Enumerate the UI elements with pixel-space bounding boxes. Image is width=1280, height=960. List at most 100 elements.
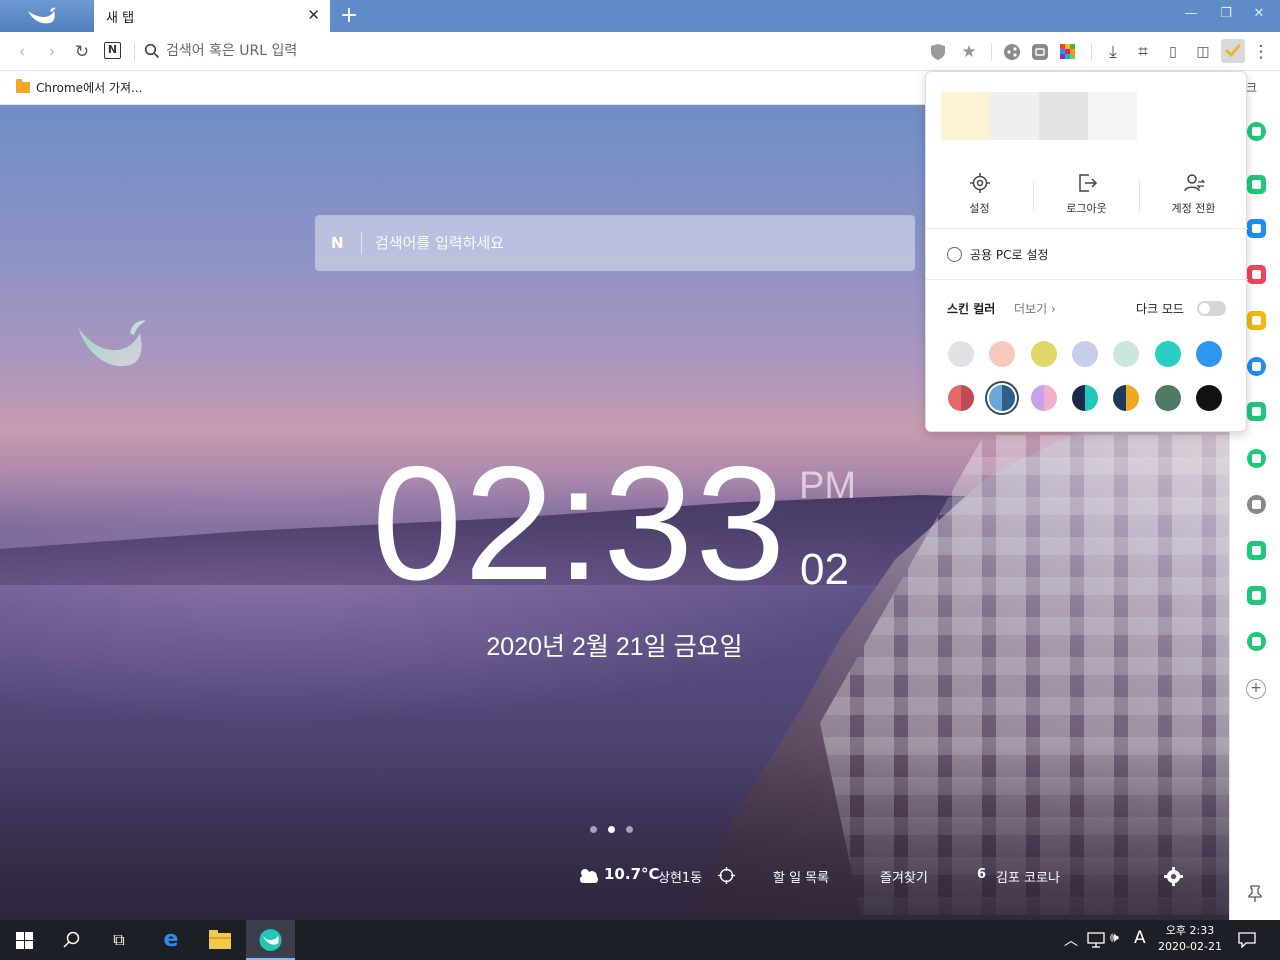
sidebar-line-icon[interactable] [1247, 586, 1266, 605]
edge-browser-icon[interactable]: e [159, 928, 183, 952]
dark-mode-label: 다크 모드 [1136, 302, 1184, 316]
settings-button[interactable]: 설정 [926, 172, 1033, 216]
notification-center-icon[interactable] [1238, 932, 1256, 948]
public-pc-label[interactable]: 공용 PC로 설정 [970, 246, 1048, 263]
public-pc-radio[interactable] [947, 247, 962, 262]
skin-swatch[interactable] [1195, 385, 1222, 411]
whale-logo[interactable] [0, 0, 94, 32]
logout-icon [1078, 174, 1097, 192]
skin-swatch[interactable] [1030, 341, 1057, 367]
capture-icon[interactable]: ⌗ [1132, 41, 1154, 63]
close-tab-icon[interactable]: ✕ [307, 6, 320, 24]
reader-icon[interactable]: ▯ [1162, 41, 1184, 63]
skin-swatch[interactable] [1030, 385, 1057, 411]
windows-start-icon[interactable] [16, 932, 33, 949]
sidebar-dictionary-icon[interactable] [1247, 541, 1266, 560]
new-tab-button[interactable]: + [338, 3, 360, 29]
weather-temp[interactable]: 10.7°C [604, 865, 660, 883]
profile-button[interactable] [1221, 39, 1245, 63]
sidebar-translate-icon[interactable] [1247, 357, 1266, 376]
naver-home-icon[interactable]: N [104, 42, 121, 59]
forward-icon[interactable]: › [41, 41, 63, 63]
tab-title: 새 탭 [106, 11, 135, 26]
sidebar-bookmark-icon[interactable] [1247, 632, 1266, 651]
tab-new-tab[interactable]: 새 탭 ✕ [94, 0, 330, 32]
sidebar-calendar-icon[interactable] [1247, 219, 1266, 238]
sidebar-app-icon[interactable] [1247, 122, 1266, 141]
favorites-link[interactable]: 즐겨찾기 [880, 867, 928, 886]
skin-swatch-selected[interactable] [989, 385, 1016, 411]
search-icon[interactable] [63, 931, 81, 949]
divider [991, 43, 992, 61]
translate-icon[interactable] [1031, 43, 1049, 61]
switch-account-icon [1183, 174, 1205, 192]
whale-logo-icon[interactable] [72, 315, 152, 385]
newtab-search-input[interactable] [375, 227, 895, 259]
close-window-button[interactable]: ✕ [1242, 0, 1276, 30]
gear-icon[interactable] [1164, 867, 1183, 886]
tray-expand-icon[interactable]: ︿ [1064, 930, 1078, 960]
sidebar-pocket-icon[interactable] [1247, 265, 1266, 284]
sidebar-memo-icon[interactable] [1247, 402, 1266, 421]
skin-swatch[interactable] [989, 341, 1016, 367]
divider [926, 279, 1248, 280]
skin-swatch[interactable] [1154, 385, 1181, 411]
split-view-icon[interactable]: ◫ [1192, 41, 1214, 63]
gear-icon [969, 173, 990, 193]
reload-icon[interactable]: ↻ [71, 41, 93, 63]
news-keyword-link[interactable]: 김포 코로나 [996, 867, 1060, 886]
volume-icon[interactable]: 🕪 [1110, 930, 1119, 960]
menu-icon[interactable]: ⋮ [1250, 41, 1272, 63]
sidebar-edge-text: 크 [1246, 81, 1258, 95]
network-icon[interactable] [1087, 932, 1105, 948]
restore-button[interactable]: ❐ [1209, 0, 1243, 30]
sidebar-add-icon[interactable]: + [1246, 679, 1266, 699]
file-explorer-icon[interactable] [209, 930, 231, 949]
location-target-icon[interactable] [718, 867, 735, 884]
minimize-button[interactable]: — [1174, 0, 1208, 30]
todo-link[interactable]: 할 일 목록 [773, 867, 829, 886]
clock-ampm: PM [799, 465, 856, 507]
skin-swatch[interactable] [1071, 385, 1098, 411]
star-icon[interactable]: ★ [958, 41, 980, 63]
sidebar-papago-icon[interactable] [1247, 495, 1266, 514]
weather-location[interactable]: 상현1동 [658, 867, 702, 886]
shield-icon[interactable] [929, 43, 947, 61]
skin-preview [941, 92, 1137, 140]
bookmark-folder[interactable]: Chrome에서 가져... [36, 79, 143, 96]
skin-swatch[interactable] [1113, 341, 1140, 367]
pager-dot[interactable] [626, 826, 633, 833]
pager-dot[interactable] [590, 826, 597, 833]
windows-taskbar: ⧉ e ︿ 🕪 A 오후 2:33 2020-02-21 [0, 920, 1280, 960]
ime-indicator[interactable]: A [1134, 928, 1146, 960]
preview-page [1088, 92, 1137, 140]
color-palette-icon[interactable] [1059, 43, 1077, 61]
news-rank: 6 [977, 867, 987, 882]
share-icon[interactable] [1003, 43, 1021, 61]
task-view-icon[interactable]: ⧉ [107, 928, 131, 952]
download-icon[interactable]: ⤓ [1102, 41, 1124, 63]
newtab-search-box[interactable]: N [315, 215, 915, 271]
url-input[interactable] [166, 38, 906, 64]
pin-icon[interactable] [1248, 885, 1262, 903]
logout-button[interactable]: 로그아웃 [1033, 172, 1140, 216]
skin-swatch[interactable] [948, 385, 974, 411]
back-icon[interactable]: ‹ [11, 41, 33, 63]
skin-swatch[interactable] [1071, 341, 1098, 367]
sidebar-star-icon[interactable] [1247, 311, 1266, 330]
divider [1091, 43, 1092, 61]
pager-dot-active[interactable] [608, 826, 615, 833]
sidebar-notification-icon[interactable] [1247, 175, 1266, 194]
preview-tabbar [941, 92, 990, 140]
sidebar-play-icon[interactable] [1247, 449, 1266, 468]
skin-swatch[interactable] [1113, 385, 1140, 411]
skin-more-link[interactable]: 더보기 › [1014, 300, 1056, 317]
dark-mode-toggle[interactable] [1197, 301, 1226, 316]
tray-clock[interactable]: 오후 2:33 2020-02-21 [1158, 923, 1222, 955]
skin-swatch[interactable] [1195, 341, 1222, 367]
whale-taskbar-button[interactable] [246, 920, 295, 960]
switch-account-button[interactable]: 계정 전환 [1140, 172, 1247, 216]
skin-swatch[interactable] [948, 341, 974, 367]
skin-swatch[interactable] [1154, 341, 1181, 367]
tray-date: 2020-02-21 [1158, 940, 1222, 953]
